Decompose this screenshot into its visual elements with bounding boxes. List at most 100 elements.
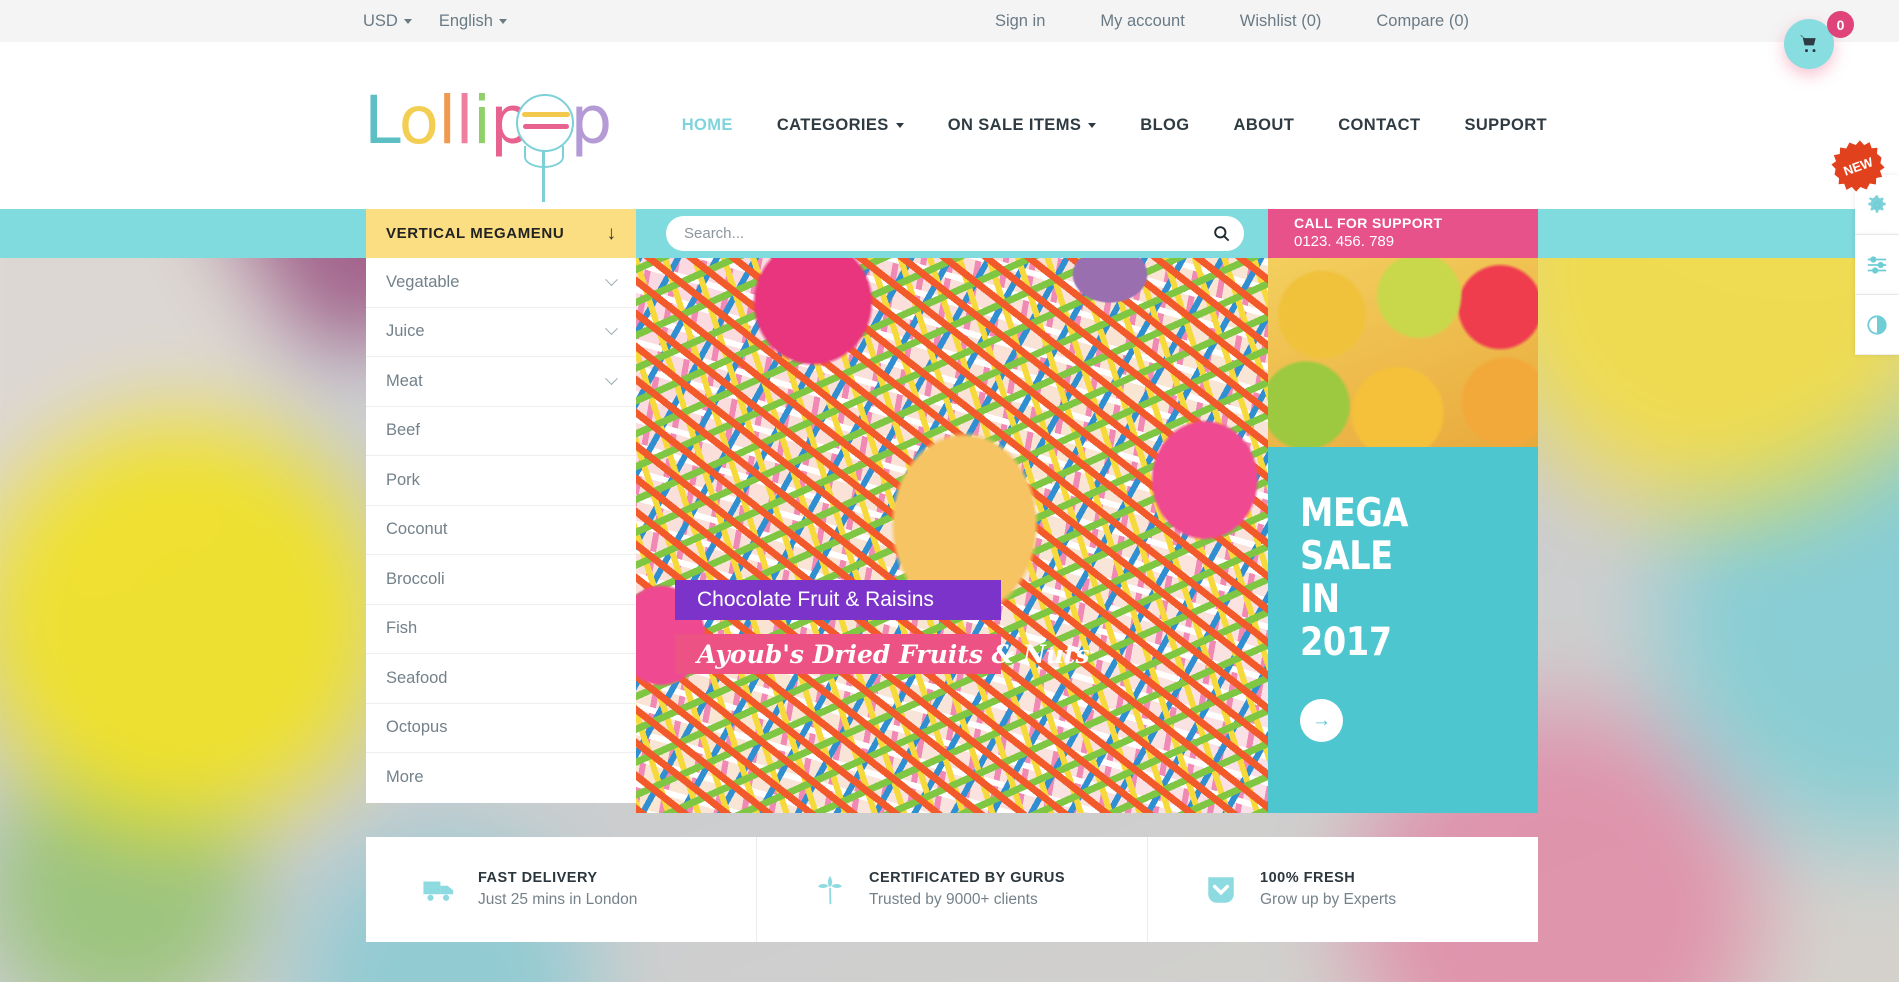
chevron-down-icon [605, 273, 618, 286]
feature-title: CERTIFICATED BY GURUS [869, 870, 1066, 886]
megamenu-list: Vegatable Juice Meat Beef Pork Coconut B… [366, 258, 636, 803]
currency-selector[interactable]: USD [363, 12, 412, 31]
language-selector[interactable]: English [439, 12, 507, 31]
megamenu-header[interactable]: VERTICAL MEGAMENU ↓ [366, 209, 636, 258]
cart-widget: 0 [1784, 5, 1854, 75]
leaf-icon [817, 875, 843, 904]
nav-contact[interactable]: CONTACT [1316, 116, 1442, 135]
search-input[interactable] [666, 225, 1198, 242]
delivery-truck-icon [423, 881, 454, 901]
shopping-cart-icon [1799, 35, 1816, 53]
search-row: CALL FOR SUPPORT 0123. 456. 789 [636, 209, 1538, 258]
sidebar-item-label: Coconut [386, 520, 448, 539]
cart-count-badge[interactable]: 0 [1827, 11, 1854, 38]
sidebar-item-pork[interactable]: Pork [366, 456, 636, 506]
site-header: Lollipop HOME CATEGORIES ON SALE ITEMS B… [0, 42, 1899, 209]
sidebar-item-label: Pork [386, 470, 420, 489]
nav-blog[interactable]: BLOG [1118, 116, 1211, 135]
nav-categories[interactable]: CATEGORIES [755, 116, 926, 135]
support-title: CALL FOR SUPPORT [1294, 215, 1443, 231]
sidebar-item-label: More [386, 768, 424, 787]
features-bar: FAST DELIVERY Just 25 mins in London CER… [366, 837, 1538, 942]
promo-candy-image [1268, 258, 1538, 447]
feature-certificated: CERTIFICATED BY GURUS Trusted by 9000+ c… [757, 837, 1148, 942]
chevron-down-icon [1088, 123, 1097, 128]
mega-sale-line-3: 2017 [1300, 620, 1392, 665]
settings-panel: NEW [1855, 175, 1899, 355]
hero-slider[interactable]: Chocolate Fruit & Raisins Ayoub's Dried … [636, 258, 1268, 813]
sidebar-item-label: Meat [386, 371, 423, 390]
sidebar-item-fish[interactable]: Fish [366, 605, 636, 654]
nav-about[interactable]: ABOUT [1212, 116, 1317, 135]
site-logo[interactable]: Lollipop [364, 64, 612, 202]
sidebar-item-label: Seafood [386, 668, 448, 687]
vertical-megamenu: VERTICAL MEGAMENU ↓ Vegatable Juice Meat… [366, 209, 636, 803]
compare-link[interactable]: Compare (0) [1376, 12, 1469, 31]
feature-text: FAST DELIVERY Just 25 mins in London [478, 870, 637, 909]
support-phone: 0123. 456. 789 [1294, 233, 1395, 250]
feature-subtitle: Just 25 mins in London [478, 891, 638, 908]
call-for-support[interactable]: CALL FOR SUPPORT 0123. 456. 789 [1268, 209, 1538, 258]
lollipop-stick-icon [542, 150, 545, 202]
sidebar-item-label: Fish [386, 619, 418, 638]
sidebar-item-label: Beef [386, 421, 420, 440]
sidebar-item-label: Juice [386, 322, 425, 341]
logo-wordmark: Lollipop [364, 82, 612, 159]
badge-check-icon [1208, 876, 1234, 903]
settings-contrast-button[interactable] [1855, 295, 1899, 355]
my-account-link[interactable]: My account [1100, 12, 1184, 31]
search-button[interactable] [1198, 216, 1244, 251]
nav-on-sale-items[interactable]: ON SALE ITEMS [926, 116, 1119, 135]
main-navigation: HOME CATEGORIES ON SALE ITEMS BLOG ABOUT… [660, 42, 1569, 209]
search-icon [1213, 226, 1229, 242]
mega-sale-line-2: IN [1300, 577, 1340, 622]
wishlist-link[interactable]: Wishlist (0) [1240, 12, 1322, 31]
search-box [666, 216, 1244, 251]
chevron-down-icon [403, 18, 412, 24]
sidebar-item-beef[interactable]: Beef [366, 407, 636, 456]
chevron-down-icon [895, 123, 904, 128]
slide-caption-secondary: Ayoub's Dried Fruits & Nuts [675, 634, 1090, 674]
nav-support[interactable]: SUPPORT [1442, 116, 1569, 135]
sliders-icon [1867, 255, 1887, 274]
sidebar-item-coconut[interactable]: Coconut [366, 506, 636, 555]
nav-home[interactable]: HOME [660, 116, 755, 135]
chevron-down-icon [605, 372, 618, 385]
contrast-icon [1867, 314, 1887, 335]
mega-sale-arrow-button[interactable]: → [1300, 699, 1343, 742]
slide-caption-primary: Chocolate Fruit & Raisins [675, 580, 1001, 620]
arrow-down-icon: ↓ [606, 222, 617, 244]
gear-icon [1868, 194, 1886, 213]
sidebar-item-seafood[interactable]: Seafood [366, 654, 636, 704]
sidebar-item-label: Vegatable [386, 272, 460, 291]
sidebar-item-label: Octopus [386, 718, 448, 737]
settings-sliders-button[interactable] [1855, 235, 1899, 295]
top-bar: USD English Sign in My account Wishlist … [0, 0, 1899, 42]
feature-subtitle: Grow up by Experts [1260, 891, 1397, 908]
feature-fast-delivery: FAST DELIVERY Just 25 mins in London [366, 837, 757, 942]
sidebar-item-vegatable[interactable]: Vegatable [366, 258, 636, 308]
feature-text: 100% FRESH Grow up by Experts [1260, 870, 1396, 909]
sidebar-item-juice[interactable]: Juice [366, 308, 636, 357]
sidebar-item-more[interactable]: More [366, 753, 636, 803]
top-bar-left: USD English [363, 0, 507, 42]
feature-title: 100% FRESH [1260, 870, 1356, 886]
chevron-down-icon [605, 322, 618, 336]
sign-in-link[interactable]: Sign in [995, 12, 1045, 31]
sidebar-item-label: Broccoli [386, 569, 445, 588]
sidebar-item-meat[interactable]: Meat [366, 357, 636, 407]
feature-title: FAST DELIVERY [478, 870, 598, 886]
top-bar-links: Sign in My account Wishlist (0) Compare … [995, 0, 1469, 42]
mega-sale-line-1: MEGA SALE [1300, 491, 1409, 579]
megamenu-title: VERTICAL MEGAMENU [386, 225, 565, 242]
nav-on-sale-items-label: ON SALE ITEMS [947, 116, 1082, 134]
lollipop-icon [516, 94, 574, 152]
sidebar-item-octopus[interactable]: Octopus [366, 704, 636, 753]
mega-sale-panel[interactable]: MEGA SALE IN 2017 → [1268, 447, 1538, 813]
chevron-down-icon [498, 18, 507, 24]
feature-text: CERTIFICATED BY GURUS Trusted by 9000+ c… [869, 870, 1065, 909]
promo-column: MEGA SALE IN 2017 → [1268, 258, 1538, 813]
sidebar-item-broccoli[interactable]: Broccoli [366, 555, 636, 605]
currency-label: USD [363, 11, 398, 30]
feature-subtitle: Trusted by 9000+ clients [869, 891, 1038, 908]
